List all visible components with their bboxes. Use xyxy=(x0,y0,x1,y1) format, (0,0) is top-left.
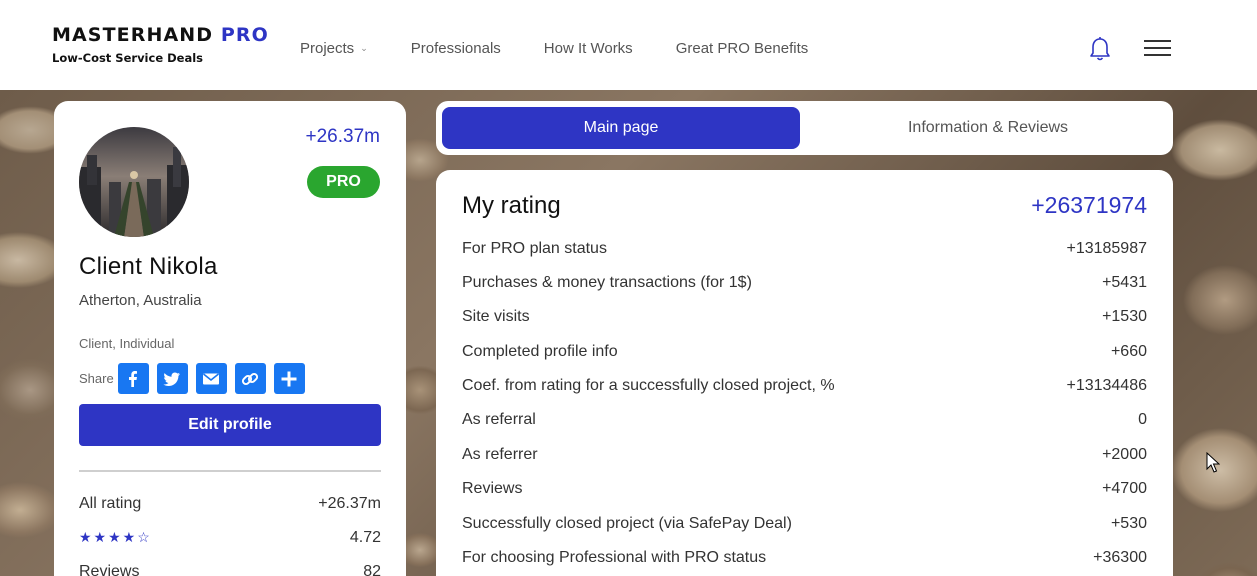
user-type: Client, Individual xyxy=(79,336,175,351)
rating-row-label: Successfully closed project (via SafePay… xyxy=(462,515,792,532)
divider xyxy=(79,470,381,472)
rating-row: Purchases & money transactions (for 1$) +… xyxy=(462,274,1147,292)
share-label: Share xyxy=(79,371,114,386)
reviews-row: Reviews 82 xyxy=(79,563,381,576)
rating-row-value: 0 xyxy=(1138,411,1147,428)
brand-tagline: Low-Cost Service Deals xyxy=(52,51,204,65)
bell-icon[interactable] xyxy=(1088,36,1112,62)
rating-row: For choosing Professional with PRO statu… xyxy=(462,549,1147,567)
brand-logo[interactable]: MASTERHAND PRO Low-Cost Service Deals xyxy=(52,24,269,65)
share-row: Share xyxy=(79,363,313,394)
site-header: MASTERHAND PRO Low-Cost Service Deals Pr… xyxy=(0,0,1257,90)
nav-how-it-works[interactable]: How It Works xyxy=(544,40,633,57)
rating-row-label: For choosing Professional with PRO statu… xyxy=(462,549,767,566)
brand-title: MASTERHAND PRO xyxy=(52,24,269,46)
profile-card: +26.37m PRO Client Nikola Atherton, Aust… xyxy=(54,101,406,576)
all-rating-row: All rating +26.37m xyxy=(79,495,381,513)
rating-row: Successfully closed project (via SafePay… xyxy=(462,515,1147,533)
plus-icon[interactable] xyxy=(273,363,305,394)
avatar[interactable] xyxy=(79,127,189,237)
rating-row-label: As referral xyxy=(462,411,536,428)
edit-profile-button[interactable]: Edit profile xyxy=(79,404,381,446)
rating-row-label: Purchases & money transactions (for 1$) xyxy=(462,274,752,291)
profile-rating: +26.37m xyxy=(305,126,380,147)
tab-main-page[interactable]: Main page xyxy=(442,107,800,149)
reviews-value: 82 xyxy=(363,563,381,576)
nav-projects-label: Projects xyxy=(300,40,355,57)
brand-name: MASTERHAND xyxy=(52,24,214,46)
rating-row-value: +2000 xyxy=(1102,446,1147,463)
star-rating-value: 4.72 xyxy=(349,529,381,546)
menu-icon[interactable] xyxy=(1144,40,1171,58)
rating-row-label: As referrer xyxy=(462,446,538,463)
rating-total: +26371974 xyxy=(1031,192,1147,218)
profile-tabs: Main page Information & Reviews xyxy=(436,101,1173,155)
tab-information-reviews[interactable]: Information & Reviews xyxy=(809,107,1167,149)
chevron-down-icon: ⌄ xyxy=(360,43,368,53)
rating-row-label: Coef. from rating for a successfully clo… xyxy=(462,377,835,394)
rating-row-value: +13134486 xyxy=(1066,377,1147,394)
facebook-icon[interactable] xyxy=(117,363,149,394)
twitter-icon[interactable] xyxy=(156,363,188,394)
rating-row: As referral 0 xyxy=(462,411,1147,429)
all-rating-label: All rating xyxy=(79,495,142,512)
all-rating-value: +26.37m xyxy=(318,495,381,512)
rating-row: Coef. from rating for a successfully clo… xyxy=(462,377,1147,395)
nav-pro-benefits[interactable]: Great PRO Benefits xyxy=(676,40,809,57)
rating-row: Site visits +1530 xyxy=(462,308,1147,326)
rating-row-label: Site visits xyxy=(462,308,530,325)
rating-row-label: For PRO plan status xyxy=(462,240,607,257)
nav-projects[interactable]: Projects ⌄ xyxy=(300,40,368,57)
rating-row-value: +5431 xyxy=(1102,274,1147,291)
user-location: Atherton, Australia xyxy=(79,292,202,309)
brand-pro: PRO xyxy=(220,24,269,46)
rating-row: For PRO plan status +13185987 xyxy=(462,240,1147,258)
email-icon[interactable] xyxy=(195,363,227,394)
rating-row-label: Completed profile info xyxy=(462,343,618,360)
rating-row-value: +1530 xyxy=(1102,308,1147,325)
stars-row: ★★★★☆ 4.72 xyxy=(79,529,381,547)
rating-row-value: +660 xyxy=(1110,343,1147,360)
rating-row-value: +530 xyxy=(1110,515,1147,532)
rating-row: Reviews +4700 xyxy=(462,480,1147,498)
main-nav: Projects ⌄ Professionals How It Works Gre… xyxy=(300,40,851,57)
rating-title: My rating xyxy=(462,192,561,219)
nav-professionals[interactable]: Professionals xyxy=(411,40,501,57)
rating-row-value: +13185987 xyxy=(1066,240,1147,257)
my-rating-card: My rating +26371974 For PRO plan status +… xyxy=(436,170,1173,576)
pro-badge: PRO xyxy=(307,166,380,198)
rating-row-value: +4700 xyxy=(1102,480,1147,497)
reviews-label: Reviews xyxy=(79,563,140,576)
link-icon[interactable] xyxy=(234,363,266,394)
user-name: Client Nikola xyxy=(79,253,218,280)
rating-row: Completed profile info +660 xyxy=(462,343,1147,361)
rating-row: As referrer +2000 xyxy=(462,446,1147,464)
star-rating-icons: ★★★★☆ xyxy=(79,529,152,545)
mouse-cursor-icon xyxy=(1206,451,1221,474)
rating-row-value: +36300 xyxy=(1093,549,1147,566)
rating-row-label: Reviews xyxy=(462,480,523,497)
